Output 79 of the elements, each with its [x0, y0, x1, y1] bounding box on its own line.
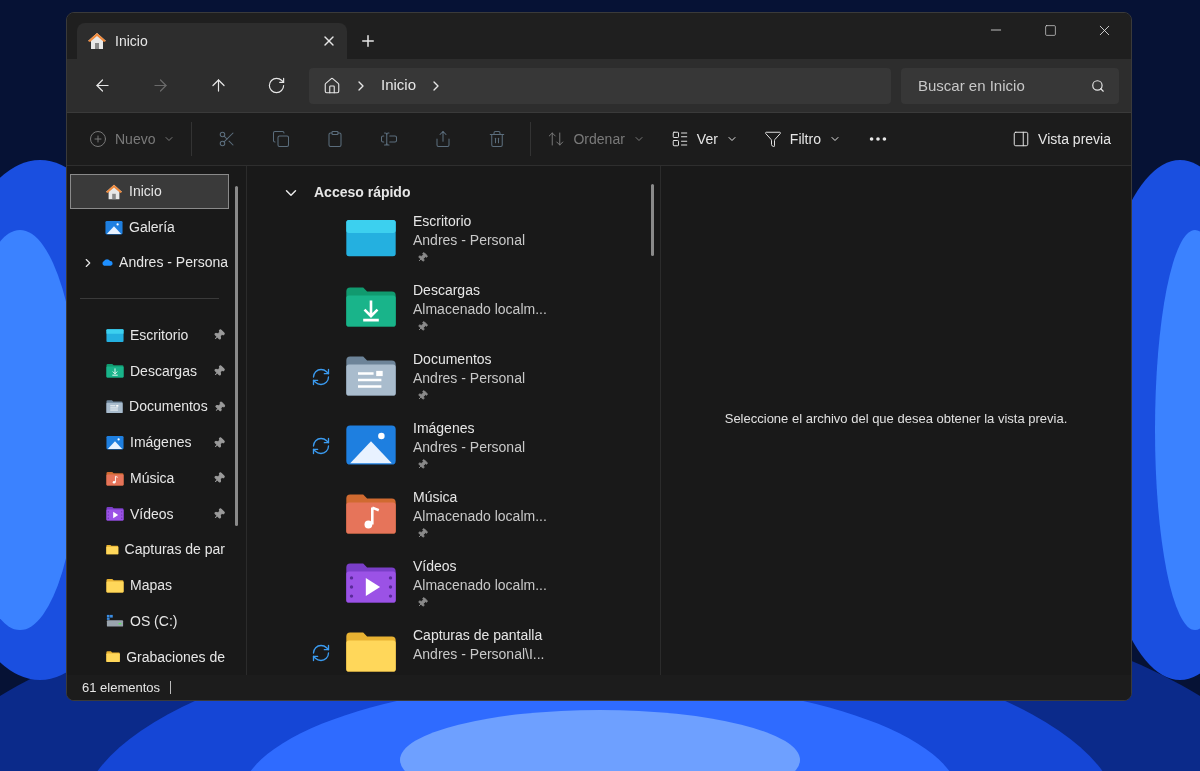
- tab-title: Inicio: [115, 31, 149, 51]
- delete-icon: [488, 130, 507, 148]
- picture-folder-icon: [106, 434, 124, 451]
- sidebar-item[interactable]: Escritorio: [70, 317, 229, 354]
- folder-icon: [106, 577, 124, 594]
- address-bar[interactable]: Inicio: [309, 67, 891, 104]
- sidebar-item[interactable]: Capturas de par: [70, 531, 229, 568]
- picture-folder-icon: [105, 219, 123, 235]
- item-count: 61 elementos: [82, 678, 161, 697]
- music-folder-icon: [106, 470, 124, 486]
- folder-location: Andres - Personal: [413, 369, 526, 388]
- folder-tile[interactable]: Música Almacenado localm...: [247, 479, 651, 548]
- video-folder-icon: [106, 506, 124, 522]
- share-icon: [434, 130, 453, 148]
- paste-icon: [326, 130, 345, 148]
- sidebar-item[interactable]: Galería: [70, 209, 229, 245]
- section-header[interactable]: Acceso rápido: [247, 182, 651, 203]
- desktop-folder-icon: [106, 327, 124, 343]
- folder-name: Vídeos: [413, 557, 458, 576]
- sidebar-item[interactable]: Andres - Persona: [70, 244, 229, 281]
- folder-name: Música: [413, 488, 459, 507]
- sidebar-item[interactable]: OS (C:): [70, 603, 229, 640]
- folder-tile[interactable]: Imágenes Andres - Personal: [247, 410, 651, 479]
- sidebar-item[interactable]: Música: [70, 460, 229, 497]
- folder-location: Almacenado localm...: [413, 507, 547, 526]
- search-icon[interactable]: [1091, 78, 1105, 93]
- sidebar-item[interactable]: Inicio: [70, 174, 229, 210]
- document-folder-icon: [106, 399, 124, 415]
- folder-name: Escritorio: [413, 212, 473, 231]
- folder-location: Andres - Personal: [413, 438, 526, 457]
- folder-location: Almacenado localm...: [413, 576, 547, 595]
- house-icon: [105, 182, 123, 201]
- sidebar-item[interactable]: Vídeos: [70, 496, 229, 532]
- folder-name: Documentos: [413, 350, 493, 369]
- panel-icon: [1012, 130, 1031, 148]
- download-folder-icon: [345, 285, 397, 330]
- copy-icon: [272, 130, 291, 148]
- folder-location: Almacenado localm...: [413, 300, 547, 319]
- refresh-icon[interactable]: [266, 76, 286, 95]
- document-folder-icon: [345, 354, 397, 399]
- house-icon: [87, 31, 107, 51]
- folder-tile[interactable]: Capturas de pantalla Andres - Personal\I...: [247, 617, 651, 675]
- sort-icon: [547, 130, 566, 148]
- folder-location: Andres - Personal\I...: [413, 645, 545, 664]
- filter-icon: [763, 130, 782, 148]
- music-folder-icon: [345, 492, 397, 537]
- folder-tile[interactable]: Descargas Almacenado localm...: [247, 272, 651, 341]
- folder-tile[interactable]: Documentos Andres - Personal: [247, 341, 651, 410]
- breadcrumb-item[interactable]: Inicio: [381, 74, 417, 97]
- filter-menu-button[interactable]: Filtro: [753, 122, 851, 156]
- sidebar-item[interactable]: Descargas: [70, 353, 229, 389]
- preview-message: Seleccione el archivo del que desea obtener la vista previa.: [724, 409, 1068, 428]
- maximize-icon[interactable]: [1043, 23, 1057, 37]
- folder-name: Descargas: [413, 281, 481, 300]
- folder-icon: [345, 630, 397, 675]
- sidebar-item[interactable]: Mapas: [70, 567, 229, 604]
- sidebar-item[interactable]: Documentos: [70, 388, 229, 425]
- search-field[interactable]: Buscar en Inicio: [901, 67, 1119, 104]
- home-icon[interactable]: [323, 76, 341, 95]
- folder-icon: [106, 649, 121, 665]
- folder-location: Andres - Personal: [413, 231, 526, 250]
- download-folder-icon: [106, 363, 124, 379]
- new-tab-icon[interactable]: [359, 32, 377, 50]
- picture-folder-icon: [345, 423, 397, 468]
- folder-tile[interactable]: Vídeos Almacenado localm...: [247, 548, 651, 617]
- folder-name: Capturas de pantalla: [413, 626, 544, 645]
- tab[interactable]: Inicio: [77, 23, 347, 59]
- cloud-icon: [101, 256, 114, 269]
- video-folder-icon: [345, 561, 397, 606]
- plus-circle-icon: [89, 130, 107, 148]
- rename-icon: [380, 130, 399, 148]
- sidebar-item[interactable]: Grabaciones de: [70, 639, 229, 675]
- sidebar-item[interactable]: Imágenes: [70, 424, 229, 461]
- folder-tile[interactable]: Escritorio Andres - Personal: [247, 203, 651, 272]
- drive-icon: [106, 613, 124, 629]
- list-icon: [670, 130, 689, 148]
- folder-name: Imágenes: [413, 419, 476, 438]
- view-menu-button[interactable]: Ver: [660, 122, 748, 156]
- preview-pane-button[interactable]: Vista previa: [1012, 122, 1111, 156]
